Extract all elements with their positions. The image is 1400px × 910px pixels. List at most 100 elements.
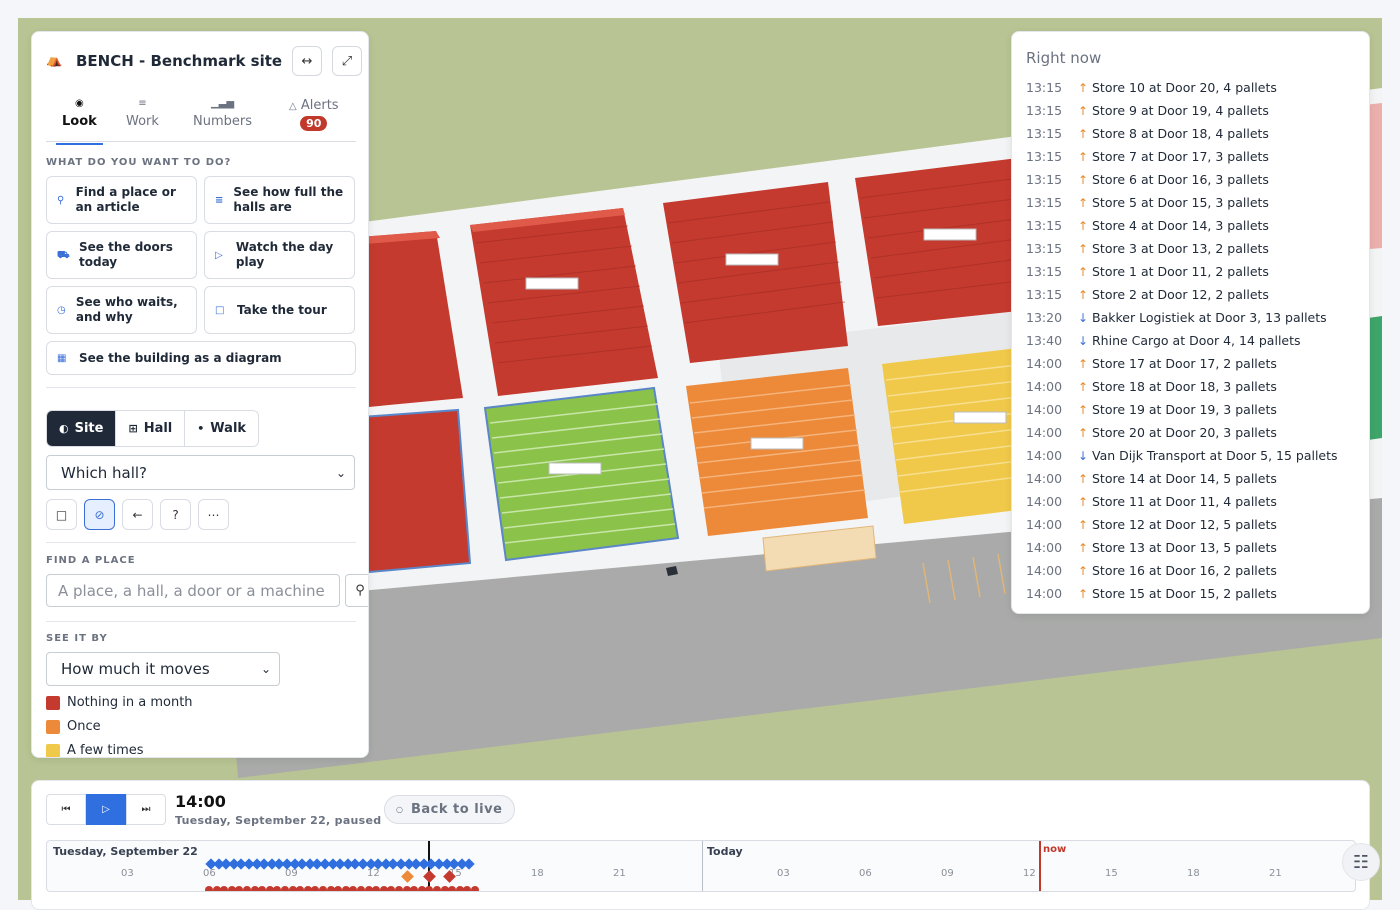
hall-fill-button[interactable]: ≡ See how full the halls are: [204, 176, 355, 224]
event-row[interactable]: 13:20 ↓ Bakker Logistiek at Door 3, 13 pal…: [1026, 306, 1366, 329]
event-marker[interactable]: [433, 886, 441, 891]
event-row[interactable]: 14:00 ↑ Store 11 at Door 11, 4 pallets: [1026, 490, 1366, 513]
arrow-up-icon: ↑: [1077, 149, 1089, 164]
event-row[interactable]: 14:00 ↑ Store 13 at Door 13, 5 pallets: [1026, 536, 1366, 559]
expand-button[interactable]: ⤢: [332, 46, 362, 76]
event-marker[interactable]: [281, 886, 289, 891]
tab-numbers-label: Numbers: [193, 114, 252, 129]
event-row[interactable]: 14:00 ↑ Store 12 at Door 12, 5 pallets: [1026, 513, 1366, 536]
more-button[interactable]: ⋯: [198, 499, 229, 530]
event-marker[interactable]: [448, 886, 457, 891]
event-row[interactable]: 14:00 ↑ Store 20 at Door 20, 3 pallets: [1026, 421, 1366, 444]
event-row[interactable]: 13:15 ↑ Store 3 at Door 13, 2 pallets: [1026, 237, 1366, 260]
who-waits-button[interactable]: ◷ See who waits, and why: [46, 286, 197, 334]
event-row[interactable]: 14:00 ↑ Store 14 at Door 14, 5 pallets: [1026, 467, 1366, 490]
arrow-up-icon: ↑: [1077, 80, 1089, 95]
event-row[interactable]: 13:15 ↑ Store 4 at Door 14, 3 pallets: [1026, 214, 1366, 237]
event-marker[interactable]: [471, 886, 479, 891]
event-row[interactable]: 14:00 ↑ Store 15 at Door 15, 2 pallets: [1026, 582, 1366, 605]
event-marker[interactable]: [243, 886, 251, 891]
tab-look[interactable]: ◉ Look: [56, 98, 103, 145]
event-text: Store 13 at Door 13, 5 pallets: [1092, 540, 1277, 555]
view-mode-walk-label: Walk: [210, 421, 247, 436]
search-input[interactable]: A place, a hall, a door or a machine: [46, 574, 340, 607]
building-diagram-button[interactable]: ▦ See the building as a diagram: [46, 341, 356, 375]
arrow-up-icon: ↑: [1077, 195, 1089, 210]
arrow-up-icon: ↑: [1077, 425, 1089, 440]
event-marker[interactable]: [372, 886, 381, 891]
playback-status: Tuesday, September 22, paused: [175, 814, 382, 827]
event-row[interactable]: 13:15 ↑ Store 10 at Door 20, 4 pallets: [1026, 76, 1366, 99]
skip-back-button[interactable]: ⏮: [46, 794, 86, 825]
site-title[interactable]: BENCH - Benchmark site: [76, 52, 282, 70]
event-marker[interactable]: [334, 886, 343, 891]
skip-forward-button[interactable]: ⏭: [126, 794, 166, 825]
frame-button[interactable]: □: [46, 499, 77, 530]
legend-item: Once: [46, 719, 101, 734]
see-by-heading: SEE IT BY: [46, 633, 108, 644]
event-time: 13:15: [1026, 241, 1063, 256]
event-row[interactable]: 14:00 ↑ Store 16 at Door 16, 2 pallets: [1026, 559, 1366, 582]
tab-alerts[interactable]: △ Alerts 90: [289, 98, 339, 131]
event-marker[interactable]: [319, 886, 327, 891]
search-button[interactable]: ⚲: [345, 574, 368, 607]
event-time: 14:00: [1026, 402, 1063, 417]
event-marker[interactable]: [423, 870, 436, 883]
square-icon: □: [215, 304, 225, 316]
event-marker[interactable]: [205, 886, 213, 891]
event-text: Store 3 at Door 13, 2 pallets: [1092, 241, 1269, 256]
event-marker[interactable]: [296, 886, 305, 891]
event-marker[interactable]: [463, 858, 476, 870]
event-text: Store 17 at Door 17, 2 pallets: [1092, 356, 1277, 371]
assistant-button[interactable]: ☷: [1342, 843, 1380, 881]
help-button[interactable]: ?: [160, 499, 191, 530]
right-now-title: Right now: [1026, 49, 1102, 67]
hall-select[interactable]: Which hall? ⌄: [46, 455, 355, 490]
view-mode-walk[interactable]: • Walk: [185, 411, 258, 446]
event-row[interactable]: 13:15 ↑ Store 2 at Door 12, 2 pallets: [1026, 283, 1366, 306]
event-marker[interactable]: [357, 886, 365, 891]
swap-width-button[interactable]: ↔: [292, 46, 322, 76]
event-row[interactable]: 13:15 ↑ Store 7 at Door 17, 3 pallets: [1026, 145, 1366, 168]
take-tour-button[interactable]: □ Take the tour: [204, 286, 355, 334]
skip-forward-icon: ⏭: [141, 804, 151, 815]
back-button[interactable]: ←: [122, 499, 153, 530]
divider: [46, 542, 356, 543]
see-by-select[interactable]: How much it moves ⌄: [46, 652, 280, 686]
event-row[interactable]: 13:15 ↑ Store 9 at Door 19, 4 pallets: [1026, 99, 1366, 122]
event-marker[interactable]: [220, 886, 229, 891]
arrow-up-icon: ↑: [1077, 241, 1089, 256]
back-to-live-button[interactable]: Back to live: [384, 795, 516, 824]
tab-work-label: Work: [126, 114, 159, 129]
event-row[interactable]: 13:15 ↑ Store 8 at Door 18, 4 pallets: [1026, 122, 1366, 145]
legend-item: A few times: [46, 743, 144, 757]
event-row[interactable]: 14:00 ↑ Store 17 at Door 17, 2 pallets: [1026, 352, 1366, 375]
play-button[interactable]: ▷: [86, 794, 126, 825]
hour-tick: 06: [203, 868, 216, 879]
watch-day-button[interactable]: ▷ Watch the day play: [204, 231, 355, 279]
tab-numbers[interactable]: ▁▃▅ Numbers: [193, 98, 252, 129]
tab-work[interactable]: ≡ Work: [126, 98, 159, 129]
timeline-track[interactable]: Tuesday, September 22 Today now 03 06 09 12…: [46, 840, 1356, 892]
event-marker[interactable]: [395, 886, 403, 891]
take-tour-label: Take the tour: [237, 302, 327, 317]
event-row[interactable]: 14:00 ↓ Van Dijk Transport at Door 5, 15 p…: [1026, 444, 1366, 467]
hide-button[interactable]: ⊘: [84, 499, 115, 530]
event-row[interactable]: 13:15 ↑ Store 5 at Door 15, 3 pallets: [1026, 191, 1366, 214]
view-mode-site[interactable]: ◐ Site: [47, 411, 117, 446]
arrow-up-icon: ↑: [1077, 126, 1089, 141]
find-article-button[interactable]: ⚲ Find a place or an article: [46, 176, 197, 224]
event-row[interactable]: 13:40 ↓ Rhine Cargo at Door 4, 14 pallets: [1026, 329, 1366, 352]
event-row[interactable]: 14:00 ↑ Store 18 at Door 18, 3 pallets: [1026, 375, 1366, 398]
event-text: Store 7 at Door 17, 3 pallets: [1092, 149, 1269, 164]
arrow-up-icon: ↑: [1077, 379, 1089, 394]
event-marker[interactable]: [258, 886, 267, 891]
event-row[interactable]: 14:00 ↑ Store 19 at Door 19, 3 pallets: [1026, 398, 1366, 421]
event-text: Store 16 at Door 16, 2 pallets: [1092, 563, 1277, 578]
event-marker[interactable]: [410, 886, 419, 891]
event-row[interactable]: 13:15 ↑ Store 1 at Door 11, 2 pallets: [1026, 260, 1366, 283]
view-mode-hall[interactable]: ⊞ Hall: [116, 411, 186, 446]
event-row[interactable]: 13:15 ↑ Store 6 at Door 16, 3 pallets: [1026, 168, 1366, 191]
doors-today-button[interactable]: ⛟ See the doors today: [46, 231, 197, 279]
event-marker[interactable]: [401, 870, 414, 883]
